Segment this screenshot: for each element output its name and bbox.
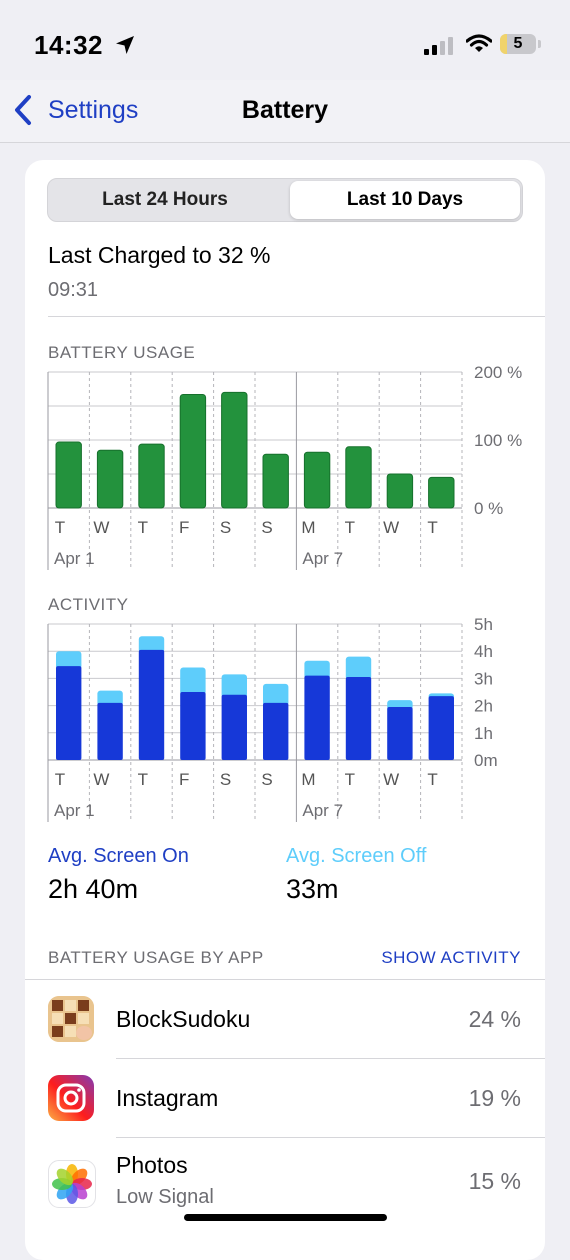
battery-usage-bar: [96, 449, 124, 509]
day-tick-label: M: [301, 518, 315, 537]
screen-on-bar: [345, 677, 372, 760]
activity-chart[interactable]: T W T F S S M T W T Apr 1 Apr 7 5h 4h 3h 2h 1h 0m: [25, 614, 545, 824]
y-tick-label: 2h: [474, 697, 493, 716]
battery-icon: 5: [500, 34, 542, 56]
home-indicator[interactable]: [184, 1214, 387, 1221]
battery-usage-bar: [386, 473, 414, 509]
screen-off-bar: [263, 683, 289, 706]
navigation-bar: Settings Battery: [0, 80, 570, 143]
date-label: Apr 1: [54, 801, 95, 820]
segment-last-24-hours[interactable]: Last 24 Hours: [48, 179, 282, 221]
app-row-instagram[interactable]: Instagram 19 %: [25, 1059, 545, 1138]
date-label: Apr 7: [302, 549, 343, 568]
screen-on-bar: [180, 692, 206, 760]
y-tick-label: 1h: [474, 724, 493, 743]
screen-on-bar: [263, 702, 289, 760]
instagram-app-icon: [48, 1075, 94, 1121]
app-row-blocksudoku[interactable]: BlockSudoku 24 %: [25, 980, 545, 1059]
y-tick-label: 5h: [474, 615, 493, 634]
day-tick-label: T: [138, 770, 148, 789]
screen-on-bar: [97, 702, 123, 760]
last-charged-time: 09:31: [48, 279, 99, 301]
page-title: Battery: [241, 96, 329, 124]
app-name: BlockSudoku: [116, 1006, 251, 1032]
screen-on-bar: [56, 666, 82, 760]
screen-off-bar: [345, 656, 372, 681]
day-tick-label: T: [138, 518, 148, 537]
battery-usage-bar: [345, 446, 372, 509]
battery-usage-bar: [262, 453, 289, 509]
battery-card: Last 24 Hours Last 10 Days Last Charged …: [25, 160, 545, 1260]
avg-screen-on-value: 2h 40m: [48, 874, 139, 904]
date-label: Apr 1: [54, 549, 95, 568]
y-tick-label: 4h: [474, 642, 493, 661]
location-arrow-icon: [116, 36, 134, 54]
screen-off-bar: [180, 667, 206, 695]
battery-usage-bar: [55, 441, 82, 509]
cellular-signal-icon: [424, 37, 453, 55]
day-tick-label: M: [301, 770, 315, 789]
screen-on-bar: [138, 649, 165, 760]
activity-label: ACTIVITY: [48, 595, 129, 614]
app-percent: 19 %: [468, 1085, 521, 1111]
segment-last-10-days[interactable]: Last 10 Days: [290, 181, 520, 219]
app-name: Photos: [116, 1152, 188, 1178]
battery-usage-by-app-header: BATTERY USAGE BY APP: [48, 948, 264, 967]
status-time: 14:32: [34, 30, 103, 60]
day-tick-label: S: [261, 518, 272, 537]
day-tick-label: T: [55, 518, 65, 537]
battery-usage-bar: [303, 451, 331, 509]
battery-usage-bar: [138, 443, 165, 509]
status-bar: 14:32 5: [0, 0, 570, 90]
day-tick-label: F: [179, 770, 189, 789]
blocksudoku-app-icon: [48, 996, 94, 1042]
day-tick-label: T: [345, 518, 355, 537]
day-tick-label: T: [427, 770, 437, 789]
app-name: Instagram: [116, 1085, 219, 1111]
y-tick-label: 3h: [474, 669, 493, 688]
y-tick-label: 0m: [474, 751, 498, 770]
time-range-segmented-control: Last 24 Hours Last 10 Days: [47, 178, 523, 222]
day-tick-label: W: [93, 518, 109, 537]
last-charged-title: Last Charged to 32 %: [48, 242, 271, 268]
divider: [48, 316, 545, 317]
day-tick-label: S: [261, 770, 272, 789]
screen-on-bar: [428, 696, 454, 760]
app-subtitle: Low Signal: [116, 1186, 214, 1208]
battery-usage-chart[interactable]: T W T F S S M T W T Apr 1 Apr 7 200 % 100 % 0 %: [25, 360, 545, 572]
avg-screen-off-value: 33m: [286, 874, 339, 904]
wifi-icon: [466, 34, 492, 52]
battery-usage-bar: [428, 476, 455, 509]
day-tick-label: F: [179, 518, 189, 537]
show-activity-button[interactable]: SHOW ACTIVITY: [381, 948, 521, 968]
screen-on-bar: [387, 706, 413, 760]
avg-screen-off-label: Avg. Screen Off: [286, 845, 427, 867]
day-tick-label: W: [383, 518, 399, 537]
screen-off-bar: [221, 674, 247, 698]
avg-screen-off: Avg. Screen Off 33m: [286, 845, 426, 905]
y-tick-label: 100 %: [474, 431, 522, 450]
day-tick-label: T: [345, 770, 355, 789]
day-tick-label: S: [220, 518, 231, 537]
avg-screen-on: Avg. Screen On 2h 40m: [48, 845, 189, 905]
day-tick-label: T: [427, 518, 437, 537]
screen-on-bar: [221, 694, 247, 760]
app-percent: 24 %: [468, 1006, 521, 1032]
battery-level-text: 5: [513, 35, 523, 52]
photos-app-icon: [48, 1160, 96, 1208]
avg-screen-on-label: Avg. Screen On: [48, 845, 189, 867]
battery-usage-bar: [179, 393, 207, 509]
day-tick-label: W: [93, 770, 109, 789]
battery-usage-bar: [221, 391, 248, 509]
y-tick-label: 0 %: [474, 499, 503, 518]
day-tick-label: S: [220, 770, 231, 789]
day-tick-label: W: [383, 770, 399, 789]
y-tick-label: 200 %: [474, 363, 522, 382]
screen-on-bar: [304, 675, 330, 760]
app-percent: 15 %: [468, 1168, 521, 1194]
date-label: Apr 7: [302, 801, 343, 820]
day-tick-label: T: [55, 770, 65, 789]
